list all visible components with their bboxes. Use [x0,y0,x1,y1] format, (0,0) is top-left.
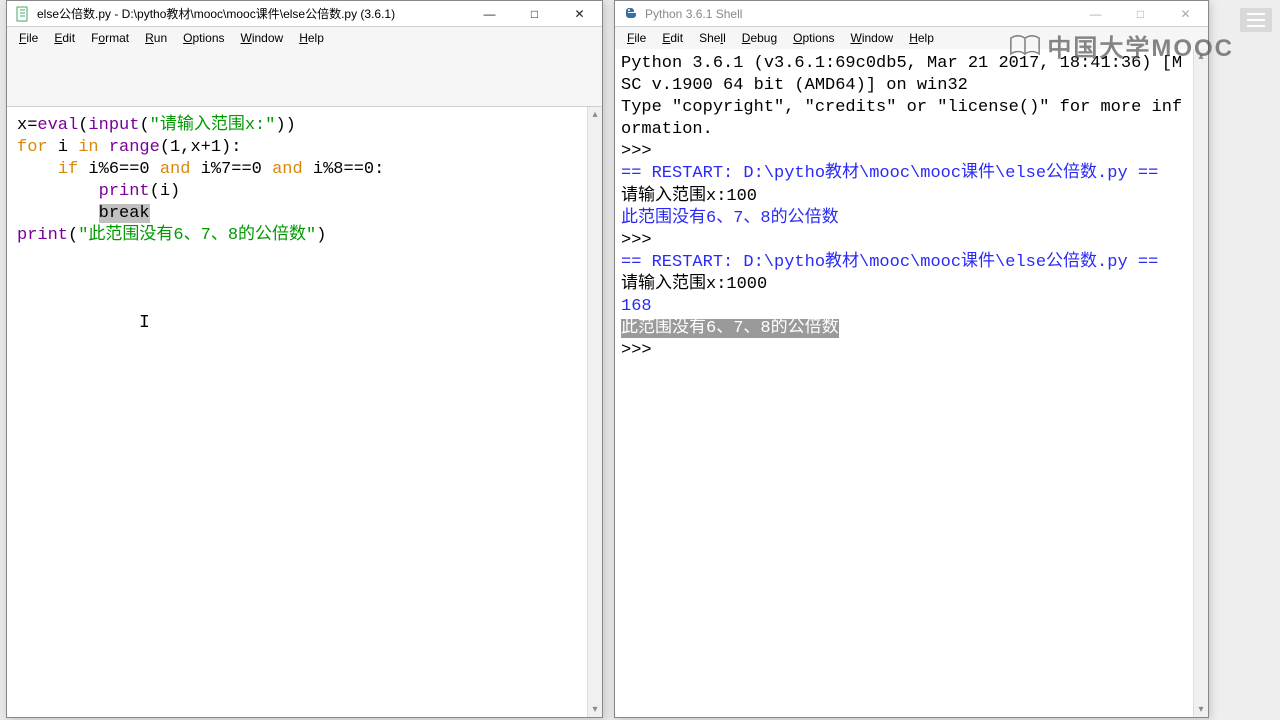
menu-debug[interactable]: Debug [734,29,785,47]
shell-output-line: 此范围没有6、7、8的公倍数 [621,208,1189,230]
menu-file[interactable]: File [619,29,654,47]
code-editor[interactable]: x=eval(input("请输入范围x:")) for i in range(… [7,107,587,717]
shell-scrollbar[interactable]: ▴ ▾ [1193,49,1208,717]
minimize-button[interactable]: — [467,1,512,26]
scroll-up-icon[interactable]: ▴ [592,107,597,122]
shell-titlebar[interactable]: Python 3.6.1 Shell — □ ✕ [615,1,1208,27]
shell-restart: == RESTART: D:\pytho教材\mooc\mooc课件\else公… [621,163,1189,185]
shell-restart: == RESTART: D:\pytho教材\mooc\mooc课件\else公… [621,252,1189,274]
scroll-down-icon[interactable]: ▾ [1198,702,1203,717]
editor-menubar: File Edit Format Run Options Window Help [7,27,602,49]
shell-banner: Python 3.6.1 (v3.6.1:69c0db5, Mar 21 201… [621,53,1189,97]
menu-shell[interactable]: Shell [691,29,734,47]
editor-toolbar-gap [7,49,602,107]
minimize-button[interactable]: — [1073,1,1118,26]
editor-window: else公倍数.py - D:\pytho教材\mooc\mooc课件\else… [6,0,603,718]
menu-help[interactable]: Help [901,29,942,47]
menu-help[interactable]: Help [291,29,332,47]
hamburger-icon[interactable] [1240,8,1272,32]
menu-window[interactable]: Window [843,29,902,47]
python-shell-icon [623,6,639,22]
maximize-button[interactable]: □ [1118,1,1163,26]
menu-edit[interactable]: Edit [654,29,691,47]
editor-window-controls: — □ ✕ [467,1,602,26]
shell-input-label: 请输入范围x: [621,275,726,294]
menu-file[interactable]: File [11,29,46,47]
editor-titlebar[interactable]: else公倍数.py - D:\pytho教材\mooc\mooc课件\else… [7,1,602,27]
menu-run[interactable]: Run [137,29,175,47]
editor-body: x=eval(input("请输入范围x:")) for i in range(… [7,107,602,717]
scroll-up-icon[interactable]: ▴ [1198,49,1203,64]
menu-options[interactable]: Options [175,29,232,47]
shell-title: Python 3.6.1 Shell [645,7,1073,21]
menu-window[interactable]: Window [233,29,292,47]
shell-output-selected: 此范围没有6、7、8的公倍数 [621,318,1189,340]
shell-prompt: >>> [621,142,652,161]
menu-format[interactable]: Format [83,29,137,47]
shell-menubar: File Edit Shell Debug Options Window Hel… [615,27,1208,49]
shell-user-input: 100 [726,187,757,206]
shell-prompt: >>> [621,231,652,250]
close-button[interactable]: ✕ [1163,1,1208,26]
shell-window: Python 3.6.1 Shell — □ ✕ File Edit Shell… [614,0,1209,718]
editor-title: else公倍数.py - D:\pytho教材\mooc\mooc课件\else… [37,5,467,22]
shell-output-line: 168 [621,296,1189,318]
shell-body: Python 3.6.1 (v3.6.1:69c0db5, Mar 21 201… [615,49,1208,717]
right-panel-blank [1210,0,1280,720]
text-cursor-icon [139,312,151,330]
python-file-icon [15,6,31,22]
menu-edit[interactable]: Edit [46,29,83,47]
scroll-down-icon[interactable]: ▾ [592,702,597,717]
shell-user-input: 1000 [726,275,767,294]
shell-output[interactable]: Python 3.6.1 (v3.6.1:69c0db5, Mar 21 201… [615,49,1193,717]
shell-window-controls: — □ ✕ [1073,1,1208,26]
close-button[interactable]: ✕ [557,1,602,26]
shell-input-label: 请输入范围x: [621,187,726,206]
editor-scrollbar[interactable]: ▴ ▾ [587,107,602,717]
shell-banner2: Type "copyright", "credits" or "license(… [621,97,1189,141]
maximize-button[interactable]: □ [512,1,557,26]
shell-prompt: >>> [621,341,652,360]
menu-options[interactable]: Options [785,29,842,47]
